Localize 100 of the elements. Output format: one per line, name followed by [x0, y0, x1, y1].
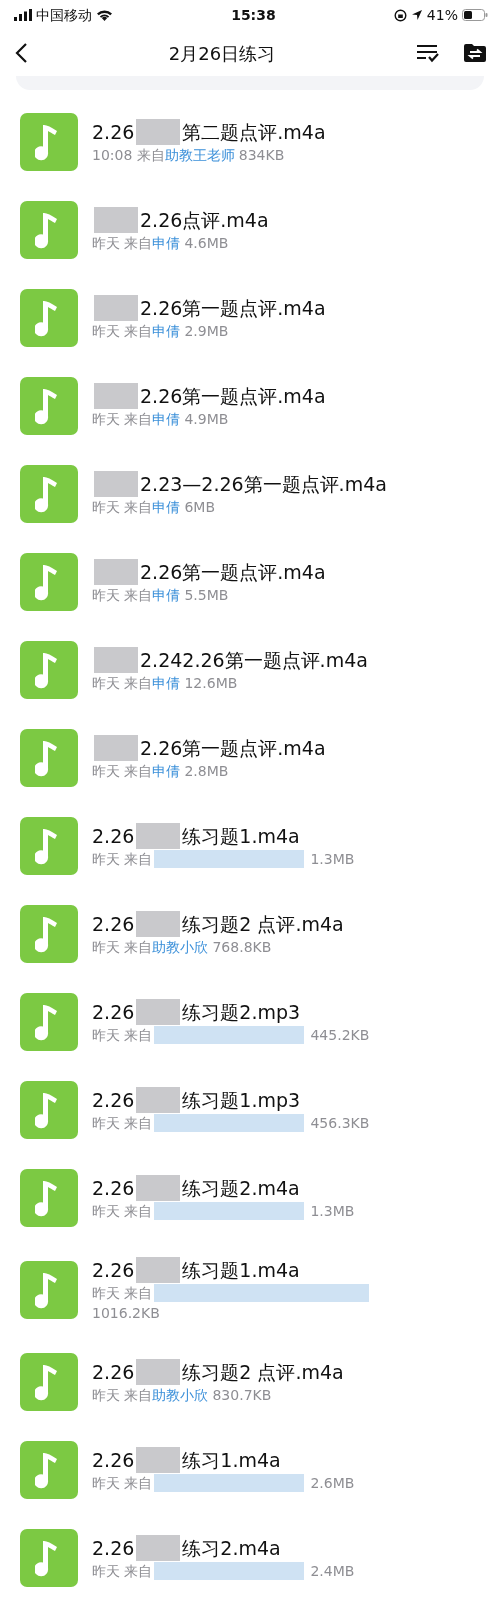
file-name-part: 练习题2.mp3: [182, 1000, 301, 1025]
sent-time: 昨天 来自: [92, 498, 153, 517]
sender-name[interactable]: 申倩: [152, 673, 181, 693]
file-name-part: 2.26: [92, 1000, 135, 1025]
redaction-blur: [94, 383, 138, 409]
redaction-blur: [136, 1359, 181, 1385]
sender-name[interactable]: 申倩: [152, 233, 181, 253]
sender-name[interactable]: 助教小欣: [152, 1385, 209, 1405]
file-name-part: 练习题2 点评.m4a: [182, 1360, 344, 1385]
wifi-icon: [96, 9, 113, 21]
file-name-part: 2.26: [92, 1536, 135, 1561]
sender-name[interactable]: 申倩: [152, 409, 181, 429]
redaction-blur: [94, 647, 138, 673]
file-size: 830.7KB: [212, 1386, 272, 1405]
audio-file-icon: [20, 1169, 78, 1227]
sent-time: 昨天 来自: [92, 1202, 153, 1221]
file-name-part: 2.26: [92, 1448, 135, 1473]
sent-time: 10:08 来自: [92, 146, 165, 165]
redaction-blur: [136, 911, 181, 937]
file-name-part: 2.26点评.m4a: [140, 208, 269, 233]
file-size: 4.9MB: [184, 410, 229, 429]
audio-file-icon: [20, 1441, 78, 1499]
file-name-part: 练习2.m4a: [182, 1536, 281, 1561]
sent-time: 昨天 来自: [92, 1562, 153, 1581]
sent-time: 昨天 来自: [92, 850, 153, 869]
sent-time: 昨天 来自: [92, 410, 153, 429]
file-name-part: 2.26: [92, 1258, 135, 1283]
file-size: 4.6MB: [184, 234, 229, 253]
battery-icon: [462, 9, 488, 21]
redaction-blur: [94, 207, 138, 233]
file-name-part: 2.23—2.26第一题点评.m4a: [140, 472, 387, 497]
sent-time: 昨天 来自: [92, 674, 153, 693]
sender-name[interactable]: 助教王老师: [164, 145, 235, 165]
signal-icon: [14, 9, 32, 21]
multi-select-icon[interactable]: [416, 43, 440, 63]
file-size: 2.8MB: [184, 762, 229, 781]
file-name-part: 2.26第一题点评.m4a: [140, 560, 326, 585]
file-name-part: 练习题2.m4a: [182, 1176, 300, 1201]
file-size: 2.4MB: [310, 1562, 355, 1581]
file-size: 6MB: [184, 498, 216, 517]
audio-file-icon: [20, 817, 78, 875]
sent-time: 昨天 来自: [92, 1026, 153, 1045]
audio-file-icon: [20, 377, 78, 435]
file-name-part: 2.26: [92, 120, 135, 145]
sent-time: 昨天 来自: [92, 322, 153, 341]
file-size: 768.8KB: [212, 938, 272, 957]
sent-time: 昨天 来自: [92, 1474, 153, 1493]
sender-name[interactable]: 申倩: [152, 761, 181, 781]
audio-file-icon: [20, 289, 78, 347]
file-size: 1.3MB: [310, 1202, 355, 1221]
sent-time: 昨天 来自: [92, 586, 153, 605]
file-name-part: 2.26第一题点评.m4a: [140, 296, 326, 321]
file-name-part: 练习题1.m4a: [182, 824, 300, 849]
sent-time: 昨天 来自: [92, 762, 153, 781]
back-icon[interactable]: [14, 42, 28, 64]
audio-file-icon: [20, 1261, 78, 1319]
redaction-blur: [136, 119, 181, 145]
file-name-part: 2.26: [92, 1088, 135, 1113]
sender-name[interactable]: 申倩: [152, 585, 181, 605]
redaction-blur: [94, 295, 138, 321]
audio-file-icon: [20, 1353, 78, 1411]
sender-name[interactable]: 申倩: [152, 321, 181, 341]
audio-file-icon: [20, 1529, 78, 1587]
redaction-blur: [94, 559, 138, 585]
file-size: 1.3MB: [310, 850, 355, 869]
file-name-part: 2.26第一题点评.m4a: [140, 384, 326, 409]
folder-swap-icon[interactable]: [464, 44, 486, 62]
location-icon: [410, 9, 423, 21]
file-size: 445.2KB: [310, 1026, 370, 1045]
file-name-part: 2.26: [92, 1176, 135, 1201]
redaction-blur: [94, 735, 138, 761]
file-name-part: 练习1.m4a: [182, 1448, 281, 1473]
carrier-name: 中国移动: [36, 5, 92, 25]
audio-file-icon: [20, 113, 78, 171]
sent-time: 昨天 来自: [92, 234, 153, 253]
page-title: 2月26日练习: [168, 41, 276, 66]
audio-file-icon: [20, 1081, 78, 1139]
file-name-part: 练习题2 点评.m4a: [182, 912, 344, 937]
status-time: 15:38: [231, 5, 276, 25]
sender-name[interactable]: 助教小欣: [152, 937, 209, 957]
file-size: 5.5MB: [184, 586, 229, 605]
rotation-lock-icon: [393, 8, 407, 22]
file-name-part: 2.26: [92, 1360, 135, 1385]
redaction-blur: [94, 471, 138, 497]
sent-time: 昨天 来自: [92, 938, 153, 957]
sent-time: 昨天 来自: [92, 1386, 153, 1405]
audio-file-icon: [20, 905, 78, 963]
audio-file-icon: [20, 641, 78, 699]
file-name-part: 2.242.26第一题点评.m4a: [140, 648, 368, 673]
audio-file-icon: [20, 553, 78, 611]
file-name-part: 第二题点评.m4a: [182, 120, 326, 145]
sent-time: 昨天 来自: [92, 1114, 153, 1133]
battery-percent: 41%: [426, 5, 458, 25]
file-size: 1016.2KB: [92, 1304, 161, 1323]
audio-file-icon: [20, 729, 78, 787]
file-size: 456.3KB: [310, 1114, 370, 1133]
file-name-part: 练习题1.m4a: [182, 1258, 300, 1283]
audio-file-icon: [20, 465, 78, 523]
file-size: 12.6MB: [184, 674, 238, 693]
sender-name[interactable]: 申倩: [152, 497, 181, 517]
